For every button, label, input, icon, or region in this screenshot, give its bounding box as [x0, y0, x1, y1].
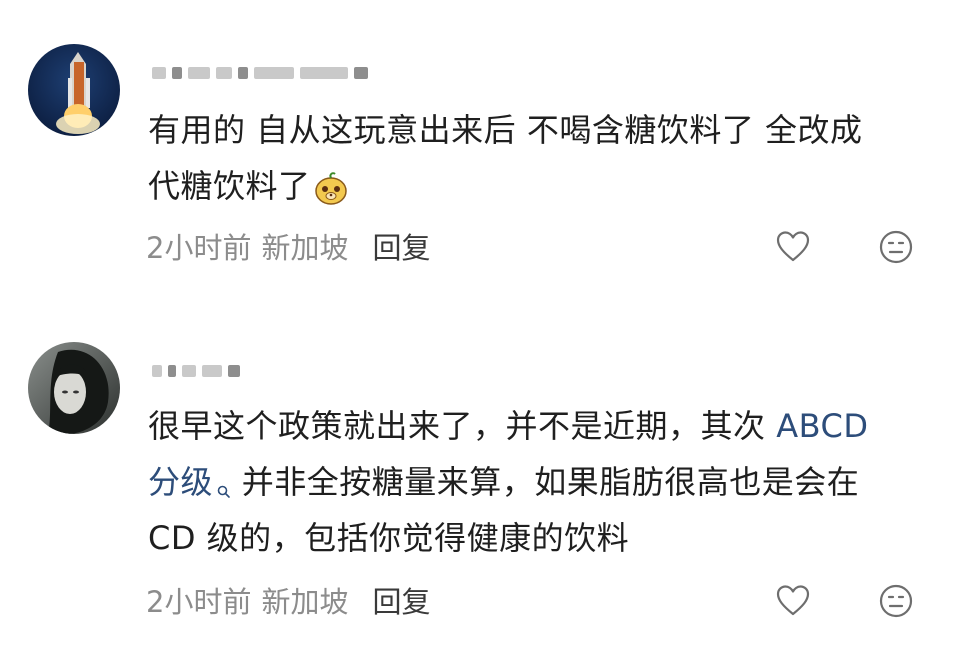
- cute-face-emoji-icon: [313, 167, 349, 205]
- rocket-avatar-image: [28, 44, 120, 136]
- comment-text-segment: 代糖饮料了: [148, 167, 311, 205]
- avatar[interactable]: [28, 342, 120, 434]
- dark-portrait-avatar-image: [28, 342, 120, 434]
- abcd-link[interactable]: ABCD: [776, 407, 868, 445]
- comment-text-line: 很早这个政策就出来了，并不是近期，其次 ABCD: [148, 398, 938, 454]
- comment-text-segment: 很早这个政策就出来了，并不是近期，其次: [148, 407, 777, 445]
- comment-meta: 2小时前 新加坡 回复: [146, 580, 430, 620]
- avatar[interactable]: [28, 44, 120, 136]
- search-icon[interactable]: [217, 460, 231, 498]
- like-heart-icon[interactable]: [775, 229, 811, 265]
- comment-item: 很早这个政策就出来了，并不是近期，其次 ABCD 分级 并非全按糖量来算，如果脂…: [0, 330, 968, 661]
- reply-button[interactable]: 回复: [372, 579, 430, 621]
- comment-text-line: 分级 并非全按糖量来算，如果脂肪很高也是会在: [148, 454, 938, 510]
- rating-link[interactable]: 分级: [148, 463, 213, 501]
- comment-location: 新加坡: [261, 585, 349, 619]
- comment-time: 2小时前: [146, 585, 252, 619]
- dislike-face-icon[interactable]: [878, 583, 914, 619]
- comment-text-segment: 并非全按糖量来算，如果脂肪很高也是会在: [231, 463, 860, 501]
- like-heart-icon[interactable]: [775, 583, 811, 619]
- dislike-face-icon[interactable]: [878, 229, 914, 265]
- comment-item: 有用的 自从这玩意出来后 不喝含糖饮料了 全改成 代糖饮料了 2小时前 新加坡 …: [0, 0, 968, 300]
- comment-text-line: 有用的 自从这玩意出来后 不喝含糖饮料了 全改成: [148, 111, 863, 149]
- comment-text: 很早这个政策就出来了，并不是近期，其次 ABCD 分级 并非全按糖量来算，如果脂…: [148, 398, 938, 566]
- comment-text: 有用的 自从这玩意出来后 不喝含糖饮料了 全改成 代糖饮料了: [148, 102, 938, 214]
- reply-button[interactable]: 回复: [372, 225, 430, 267]
- comment-location: 新加坡: [261, 231, 349, 265]
- username-masked[interactable]: [152, 360, 240, 382]
- username-masked[interactable]: [152, 62, 368, 84]
- comment-meta: 2小时前 新加坡 回复: [146, 226, 430, 266]
- comment-text-line: CD 级的，包括你觉得健康的饮料: [148, 519, 630, 557]
- comment-text-line: 代糖饮料了: [148, 158, 938, 214]
- comment-time: 2小时前: [146, 231, 252, 265]
